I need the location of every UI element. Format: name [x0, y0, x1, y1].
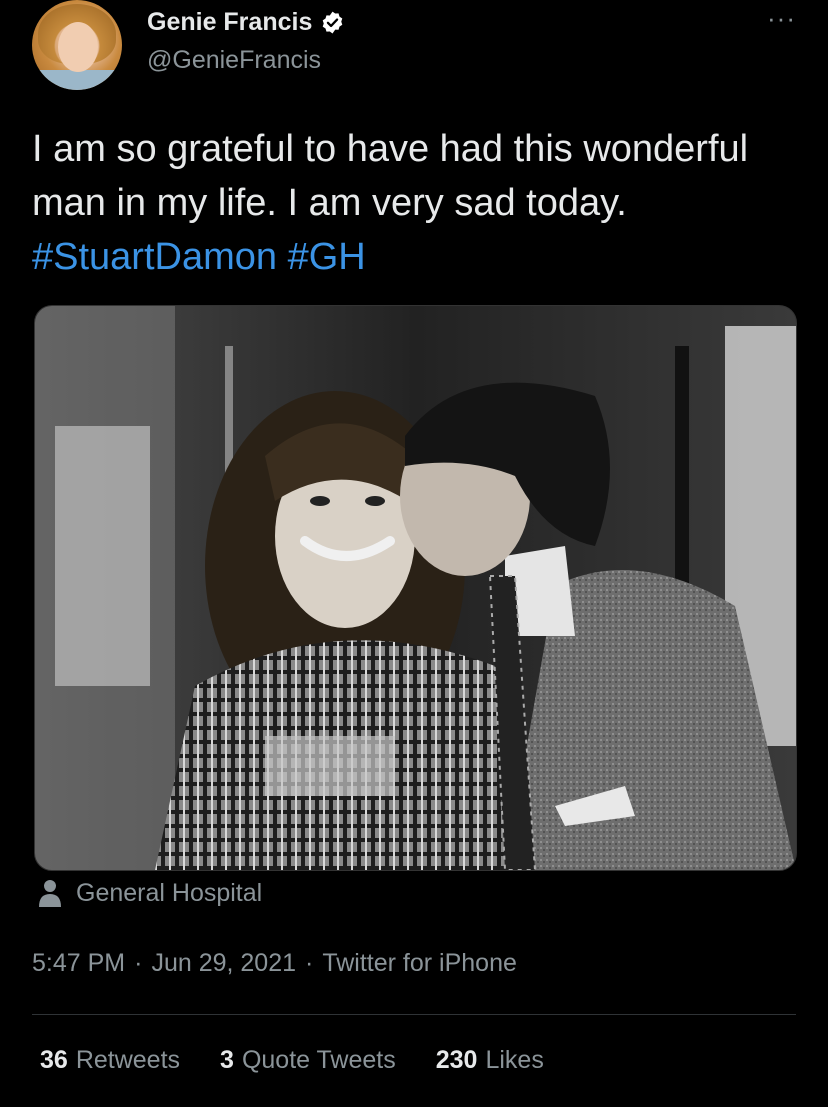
likes-label: Likes [485, 1046, 544, 1074]
person-location-icon [38, 878, 62, 908]
tweet-source[interactable]: Twitter for iPhone [322, 949, 517, 978]
avatar-shoulders [32, 70, 122, 90]
tweet-stats: 36 Retweets 3 Quote Tweets 230 Likes [40, 1046, 544, 1075]
tweet-meta: 5:47 PM · Jun 29, 2021 · Twitter for iPh… [32, 949, 517, 978]
more-options-icon[interactable]: ··· [767, 5, 796, 31]
retweets-count: 36 [40, 1046, 68, 1074]
divider [32, 1014, 796, 1015]
likes-stat[interactable]: 230 Likes [436, 1046, 544, 1075]
quote-tweets-stat[interactable]: 3 Quote Tweets [220, 1046, 396, 1075]
tweet-photo[interactable] [34, 305, 797, 871]
likes-count: 230 [435, 1046, 478, 1074]
tweet-time[interactable]: 5:47 PM [32, 949, 125, 978]
hashtag-stuartdamon[interactable]: #StuartDamon [32, 236, 277, 278]
verified-badge-icon [320, 10, 345, 35]
name-row: Genie Francis [147, 8, 345, 37]
tweet-header: Genie Francis @GenieFrancis ··· [32, 0, 796, 100]
avatar-face [58, 22, 98, 72]
quote-tweets-count: 3 [220, 1046, 234, 1074]
avatar[interactable] [32, 0, 122, 90]
meta-separator: · [134, 949, 143, 977]
location-label: General Hospital [76, 878, 263, 907]
tweet-date[interactable]: Jun 29, 2021 [151, 949, 296, 978]
meta-separator: · [305, 949, 314, 977]
tweet-text-space [277, 236, 288, 278]
hashtag-gh[interactable]: #GH [288, 236, 366, 278]
tweet-location[interactable]: General Hospital [38, 878, 262, 908]
tweet-text: I am so grateful to have had this wonder… [32, 122, 796, 284]
retweets-stat[interactable]: 36 Retweets [40, 1046, 180, 1075]
quote-tweets-label: Quote Tweets [241, 1046, 396, 1074]
user-handle[interactable]: @GenieFrancis [147, 46, 321, 75]
tweet-text-body: I am so grateful to have had this wonder… [32, 128, 749, 224]
display-name[interactable]: Genie Francis [147, 8, 312, 37]
photo-image [35, 306, 796, 870]
retweets-label: Retweets [75, 1046, 181, 1074]
